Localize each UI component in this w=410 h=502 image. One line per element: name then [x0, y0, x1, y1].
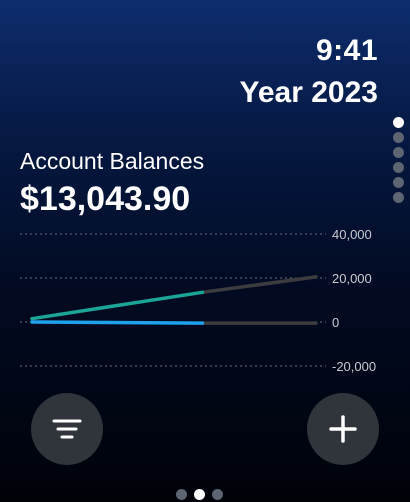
filter-button[interactable] — [31, 393, 103, 465]
status-time: 9:41 — [315, 34, 378, 67]
filter-lines-icon — [52, 419, 82, 439]
series-0-line — [30, 290, 205, 321]
page-dot — [212, 489, 223, 500]
page-dot — [393, 192, 404, 203]
y-tick-label: 0 — [332, 315, 339, 330]
horizontal-page-indicator[interactable] — [176, 489, 223, 500]
add-button[interactable] — [307, 393, 379, 465]
y-tick-label: 40,000 — [332, 227, 372, 242]
page-dot — [393, 147, 404, 158]
total-balance: $13,043.90 — [20, 180, 191, 218]
series-0-projection-line — [200, 275, 318, 295]
section-title: Account Balances — [20, 148, 205, 174]
balance-chart: 40,000 20,000 0 -20,000 — [20, 227, 376, 374]
plus-icon — [329, 415, 357, 443]
y-tick-label: -20,000 — [332, 359, 376, 374]
page-dot — [393, 162, 404, 173]
page-dot — [194, 489, 205, 500]
page-dot — [176, 489, 187, 500]
page-dot — [393, 117, 404, 128]
series-1-line — [30, 320, 205, 325]
y-tick-label: 20,000 — [332, 271, 372, 286]
vertical-page-indicator[interactable] — [393, 117, 404, 203]
page-dot — [393, 177, 404, 188]
page-dot — [393, 132, 404, 143]
year-title: Year 2023 — [239, 76, 378, 109]
